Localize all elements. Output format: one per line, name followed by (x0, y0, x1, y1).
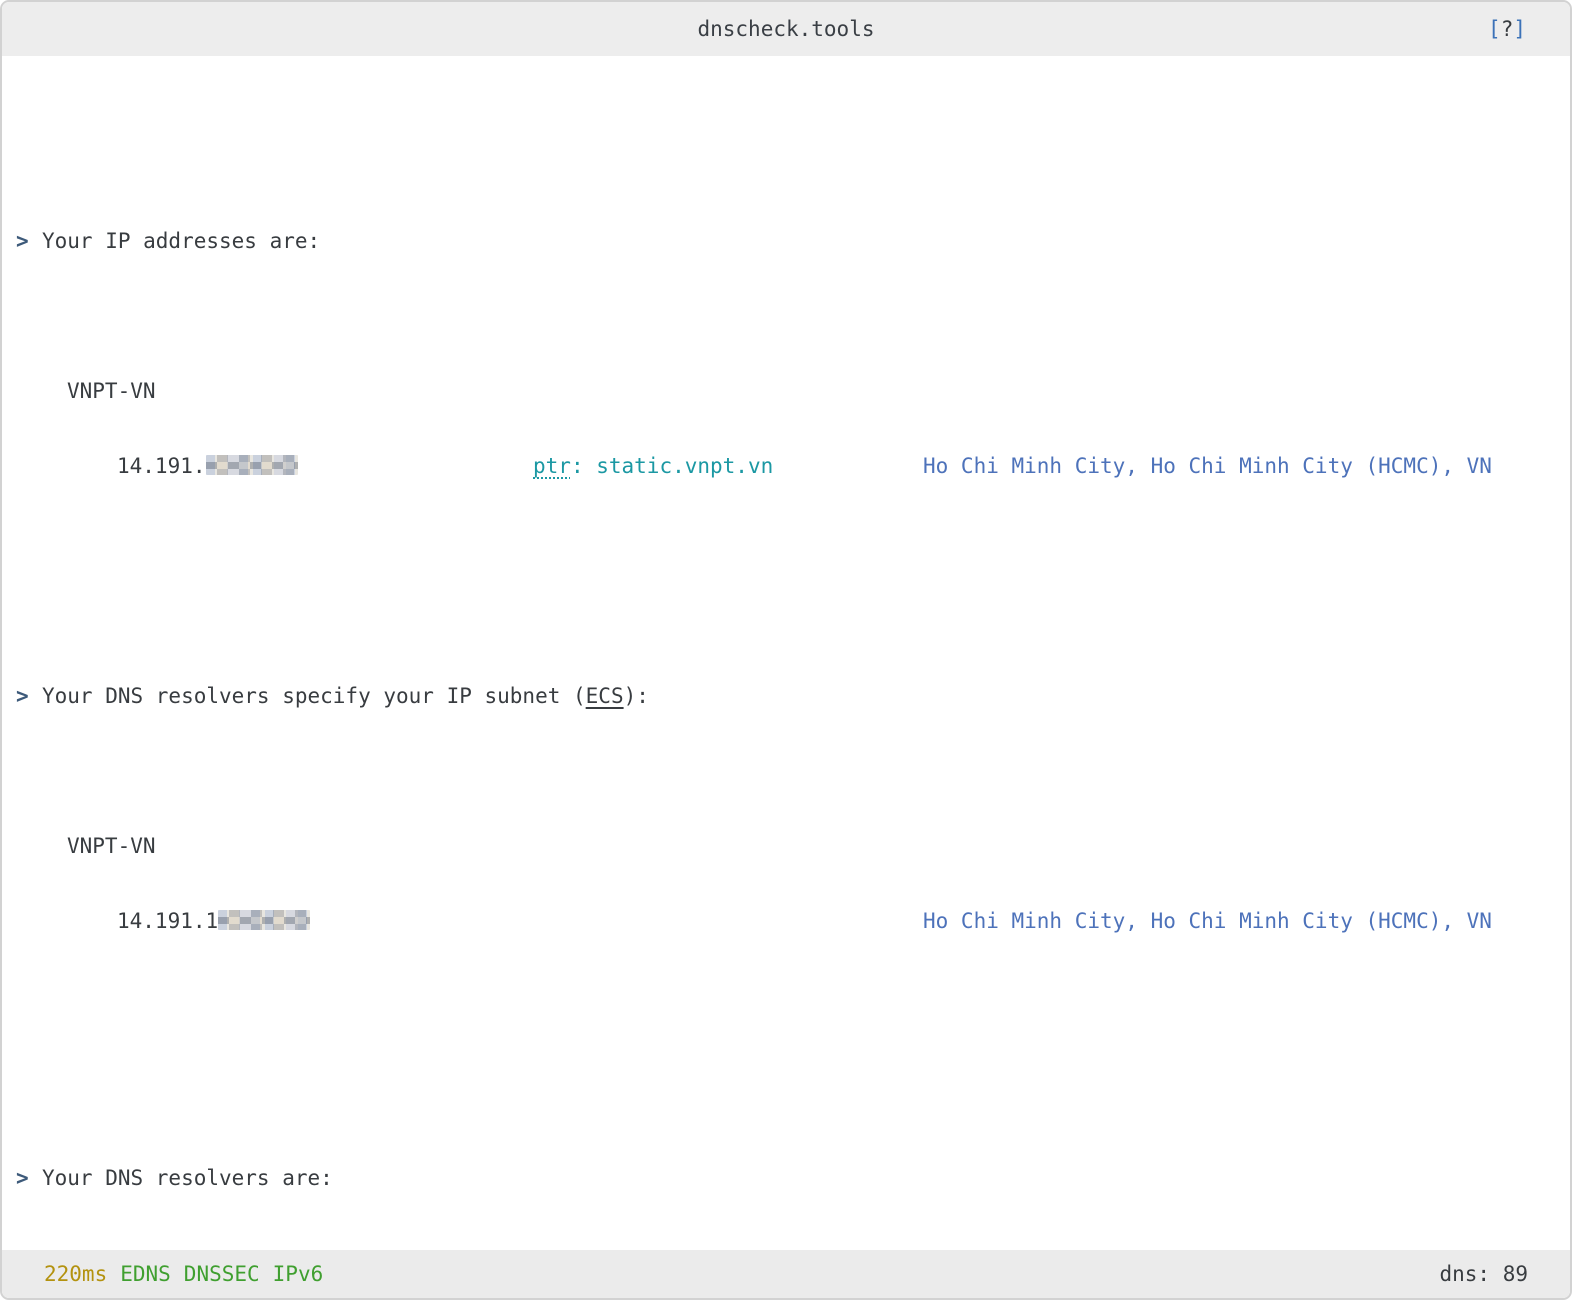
help-question-icon: ? (1501, 17, 1514, 41)
ipv6-flag: IPv6 (273, 1262, 324, 1286)
ecs-empty-cell (533, 908, 923, 935)
help-bracket-open: [ (1488, 17, 1501, 41)
ecs-location: Ho Chi Minh City, Ho Chi Minh City (HCMC… (923, 908, 1492, 935)
ecs-heading-post: ): (624, 684, 649, 708)
ecs-provider: VNPT-VN (16, 833, 1570, 860)
latency-badge: 220ms (44, 1262, 107, 1286)
titlebar: dnscheck.tools [?] (2, 2, 1570, 56)
ptr-label: ptr (533, 454, 571, 478)
ptr-link[interactable]: ptr: static.vnpt.vn (533, 454, 773, 478)
ecs-heading-pre: Your DNS resolvers specify your IP subne… (42, 684, 586, 708)
terminal-content: >Your IP addresses are: VNPT-VN 14.191. … (2, 56, 1570, 1300)
help-bracket-close: ] (1513, 17, 1526, 41)
ip-row: 14.191. ptr: static.vnpt.vn Ho Chi Minh … (16, 453, 1570, 480)
ip-address: 14.191. (117, 453, 533, 480)
status-bar: 220ms EDNS DNSSEC IPv6 dns: 89 (2, 1250, 1570, 1298)
ip-heading-text: Your IP addresses are: (42, 229, 320, 253)
resolvers-heading-text: Your DNS resolvers are: (42, 1166, 333, 1190)
redacted-ip-pixelation (206, 455, 298, 475)
ptr-value: : static.vnpt.vn (571, 454, 773, 478)
ip-location: Ho Chi Minh City, Ho Chi Minh City (HCMC… (923, 453, 1492, 480)
help-link[interactable]: [?] (1488, 2, 1526, 56)
ecs-section-heading: >Your DNS resolvers specify your IP subn… (16, 683, 1570, 710)
dnscheck-page: dnscheck.tools [?] >Your IP addresses ar… (0, 0, 1572, 1300)
ip-address-prefix: 14.191. (117, 454, 206, 478)
status-left: 220ms EDNS DNSSEC IPv6 (44, 1262, 323, 1286)
dns-counter: dns: 89 (1439, 1262, 1528, 1286)
ptr-cell: ptr: static.vnpt.vn (533, 453, 923, 480)
dnssec-flag: DNSSEC (184, 1262, 260, 1286)
ecs-row: 14.191.1 Ho Chi Minh City, Ho Chi Minh C… (16, 908, 1570, 935)
ecs-ip-address: 14.191.1 (117, 908, 533, 935)
page-title: dnscheck.tools (2, 2, 1570, 56)
ecs-ip-prefix: 14.191.1 (117, 909, 218, 933)
resolvers-section-heading: >Your DNS resolvers are: (16, 1165, 1570, 1192)
redacted-ip-pixelation (218, 910, 310, 930)
ecs-link[interactable]: ECS (586, 684, 624, 708)
prompt-glyph: > (16, 683, 42, 710)
edns-flag: EDNS (120, 1262, 171, 1286)
ip-section-heading: >Your IP addresses are: (16, 228, 1570, 255)
prompt-glyph: > (16, 1165, 42, 1192)
ip-provider: VNPT-VN (16, 378, 1570, 405)
prompt-glyph: > (16, 228, 42, 255)
